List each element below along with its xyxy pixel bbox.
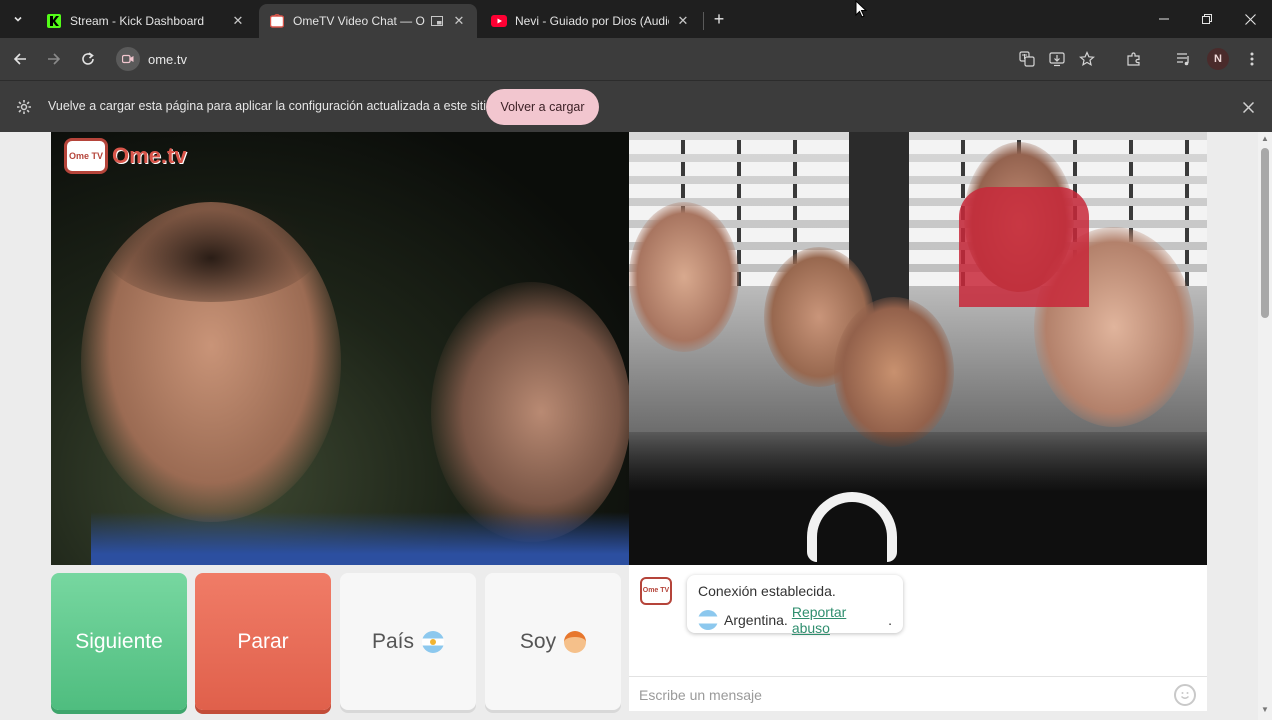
camera-icon — [122, 54, 134, 64]
restore-button[interactable] — [1186, 0, 1228, 38]
video-hair — [101, 192, 321, 302]
ometv-page: Ome TV Ome.tv Siguiente Parar País Soy O… — [0, 132, 1258, 720]
local-video: Ome TV Ome.tv — [51, 132, 629, 565]
smiley-icon — [1181, 692, 1189, 699]
tab-strip: Stream - Kick Dashboard ✕ OmeTV Video Ch… — [0, 0, 1272, 38]
ometv-tv-icon: Ome TV — [640, 577, 672, 605]
report-suffix: . — [888, 612, 892, 628]
chat-input-area — [629, 676, 1207, 711]
reload-page-button[interactable]: Volver a cargar — [486, 89, 599, 125]
close-window-button[interactable] — [1229, 0, 1271, 38]
minimize-button[interactable] — [1143, 0, 1185, 38]
message-input[interactable] — [639, 683, 1159, 707]
ometv-logo: Ome TV Ome.tv — [64, 138, 187, 174]
media-controls-button[interactable] — [1172, 47, 1196, 71]
remote-video — [629, 132, 1207, 565]
arrow-left-icon — [13, 53, 26, 65]
argentina-flag-icon — [698, 610, 718, 630]
wall-bricks — [629, 140, 1207, 154]
tab-title: Stream - Kick Dashboard — [70, 14, 205, 28]
video-person — [834, 297, 954, 447]
puzzle-icon — [1127, 52, 1140, 66]
stop-button-label: Parar — [237, 629, 289, 653]
reload-infobar: Vuelve a cargar esta página para aplicar… — [0, 80, 1272, 132]
new-tab-button[interactable]: + — [708, 8, 730, 30]
chat-panel: Ome TV Conexión establecida. Argentina. … — [629, 565, 1207, 711]
address-bar[interactable]: ome.tv — [110, 43, 1005, 75]
video-clothing — [629, 432, 1207, 565]
emoji-button[interactable] — [1174, 684, 1196, 706]
argentina-flag-icon — [422, 630, 445, 653]
partner-country: Argentina. — [724, 612, 788, 628]
extensions-button[interactable] — [1122, 47, 1146, 71]
close-icon — [1242, 101, 1254, 113]
country-button-label: País — [371, 629, 415, 653]
star-icon — [1079, 51, 1095, 67]
scroll-thumb[interactable] — [1261, 148, 1269, 318]
scroll-up-arrow-icon[interactable]: ▲ — [1258, 134, 1272, 146]
browser-toolbar: ome.tv N — [0, 38, 1272, 80]
country-filter-button[interactable]: País — [340, 573, 476, 710]
page-scrollbar[interactable]: ▲ ▼ — [1258, 132, 1272, 720]
scroll-down-arrow-icon[interactable]: ▼ — [1258, 705, 1272, 717]
tab-title: Nevi - Guiado por Dios (Audio — [515, 14, 669, 28]
site-info-button[interactable] — [116, 47, 140, 71]
tab-title: OmeTV Video Chat — Ome — [293, 14, 425, 28]
youtube-icon — [491, 13, 507, 29]
arrow-right-icon — [48, 53, 61, 65]
gender-button-label: Soy — [519, 629, 557, 653]
kick-icon — [46, 13, 62, 29]
connection-status: Conexión establecida. — [698, 583, 836, 599]
video-clothing — [959, 187, 1089, 307]
ometv-logo-text: Ome.tv — [112, 143, 187, 168]
infobar-message: Vuelve a cargar esta página para aplicar… — [48, 99, 493, 113]
reload-button[interactable] — [76, 47, 100, 71]
close-icon[interactable]: ✕ — [230, 13, 246, 29]
forward-button[interactable] — [42, 47, 66, 71]
browser-menu-button[interactable] — [1240, 47, 1264, 71]
stop-button[interactable]: Parar — [195, 573, 331, 710]
translate-icon — [1019, 51, 1035, 67]
mouse-cursor-icon — [855, 0, 867, 18]
infobar-close-button[interactable] — [1238, 97, 1258, 117]
url-text[interactable]: ome.tv — [148, 52, 187, 67]
system-message: Conexión establecida. Argentina. Reporta… — [687, 575, 903, 636]
restore-icon — [1202, 14, 1212, 24]
video-clothing — [91, 512, 629, 565]
video-person — [629, 202, 739, 352]
profile-avatar[interactable]: N — [1207, 48, 1229, 70]
ometv-icon — [269, 13, 285, 29]
tab-kick-dashboard[interactable]: Stream - Kick Dashboard ✕ — [36, 4, 256, 38]
gender-select-button[interactable]: Soy — [485, 573, 621, 710]
close-icon[interactable]: ✕ — [451, 13, 467, 29]
tab-separator — [703, 12, 704, 30]
tab-ometv[interactable]: OmeTV Video Chat — Ome ✕ — [259, 4, 477, 38]
back-button[interactable] — [8, 47, 32, 71]
gear-icon — [15, 98, 33, 116]
next-button-label: Siguiente — [75, 629, 163, 653]
install-icon — [1049, 52, 1065, 67]
report-abuse-link[interactable]: Reportar abuso — [792, 604, 888, 636]
queue-music-icon — [1177, 53, 1189, 66]
reload-icon — [82, 52, 94, 65]
picture-in-picture-icon[interactable] — [429, 13, 445, 29]
boy-face-icon — [564, 630, 587, 653]
tab-search-dropdown-button[interactable] — [6, 8, 30, 30]
more-vertical-icon — [1250, 52, 1254, 66]
ometv-tv-icon: Ome TV — [64, 138, 108, 174]
close-icon — [1244, 13, 1256, 25]
wall-bricks — [629, 162, 1207, 176]
minimize-icon — [1159, 18, 1169, 20]
chevron-down-icon — [14, 16, 22, 22]
close-icon[interactable]: ✕ — [675, 13, 691, 29]
video-person — [431, 282, 629, 542]
next-button[interactable]: Siguiente — [51, 573, 187, 710]
install-app-button[interactable] — [1045, 47, 1069, 71]
tab-youtube[interactable]: Nevi - Guiado por Dios (Audio ✕ — [481, 4, 701, 38]
translate-button[interactable] — [1015, 47, 1039, 71]
bookmark-star-button[interactable] — [1075, 47, 1099, 71]
wall-bricks — [629, 184, 1207, 198]
